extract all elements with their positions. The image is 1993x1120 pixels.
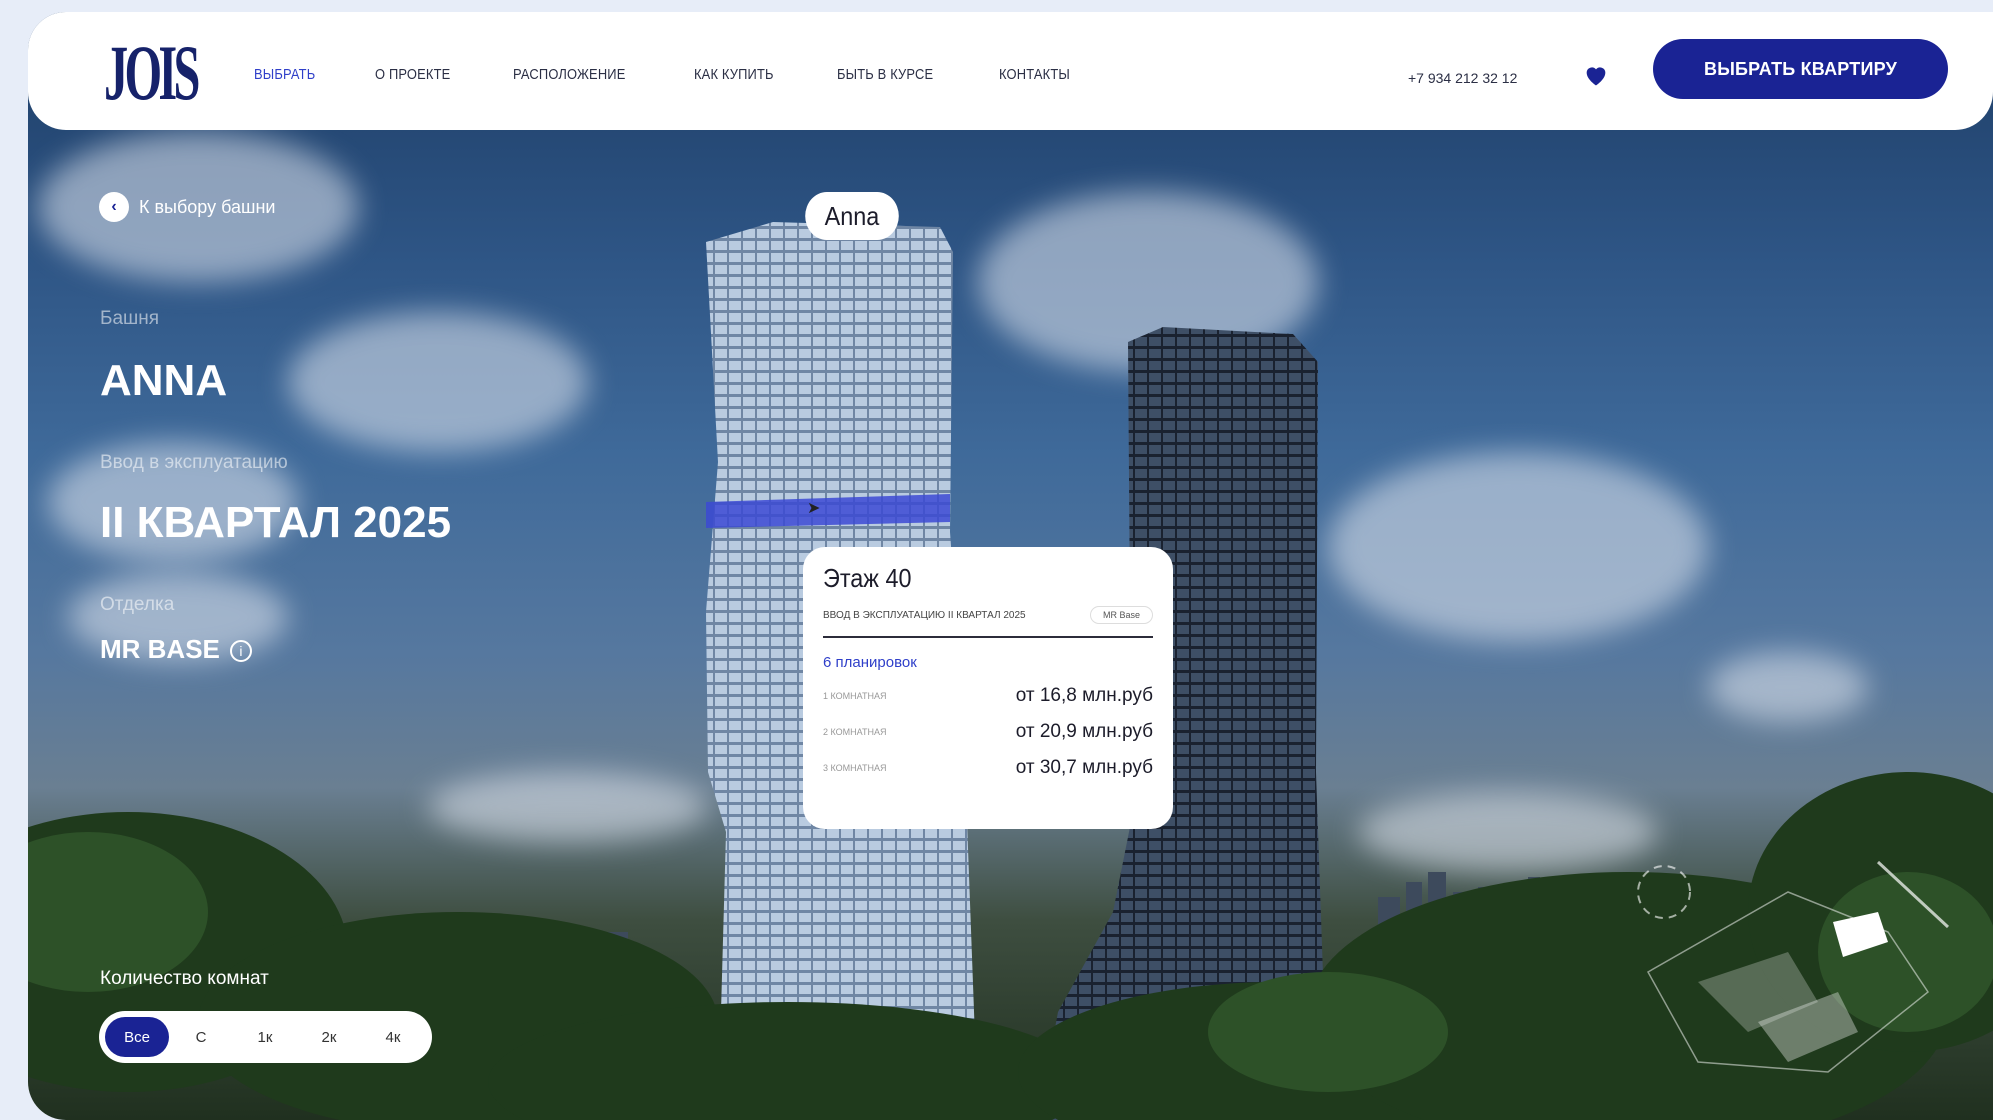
brand-logo[interactable]: JOIS <box>104 34 200 112</box>
delivery-label: Ввод в эксплуатацию <box>100 452 288 473</box>
price-row-label: 2 КОМНАТНАЯ <box>823 727 887 737</box>
mouse-cursor-icon: ➤ <box>807 500 821 517</box>
delivery-value: II КВАРТАЛ 2025 <box>100 498 452 547</box>
rooms-filter: Все С 1к 2к 4к <box>99 1011 432 1063</box>
price-row-value: от 16,8 млн.руб <box>1015 685 1153 706</box>
layouts-count[interactable]: 6 планировок <box>823 654 1153 671</box>
popup-title: Этаж 40 <box>823 563 912 593</box>
tower-label: Башня <box>100 308 160 329</box>
price-row[interactable]: 2 КОМНАТНАЯ от 20,9 млн.руб <box>823 721 1153 743</box>
popup-delivery: ВВОД В ЭКСПЛУАТАЦИЮ II КВАРТАЛ 2025 <box>823 609 1026 621</box>
tower-value: ANNA <box>100 356 228 405</box>
price-row[interactable]: 1 КОМНАТНАЯ от 16,8 млн.руб <box>823 685 1153 707</box>
site-minimap[interactable] <box>1588 832 1968 1112</box>
nav-location[interactable]: РАСПОЛОЖЕНИЕ <box>513 66 626 83</box>
nav-about[interactable]: О ПРОЕКТЕ <box>375 66 450 83</box>
phone-number[interactable]: +7 934 212 32 12 <box>1408 70 1517 86</box>
price-row-value: от 30,7 млн.руб <box>1015 757 1153 778</box>
finish-value: MR BASE <box>100 634 220 664</box>
price-row-label: 1 КОМНАТНАЯ <box>823 691 887 701</box>
rooms-label: Количество комнат <box>100 968 269 989</box>
main-nav: ВЫБРАТЬ О ПРОЕКТЕ РАСПОЛОЖЕНИЕ КАК КУПИТ… <box>254 66 1131 83</box>
rooms-2k[interactable]: 2к <box>297 1017 361 1057</box>
price-row-value: от 20,9 млн.руб <box>1015 721 1153 742</box>
heart-icon[interactable] <box>1582 61 1610 89</box>
nav-how-to-buy[interactable]: КАК КУПИТЬ <box>694 66 774 83</box>
back-label: К выбору башни <box>139 196 276 217</box>
nav-choose[interactable]: ВЫБРАТЬ <box>254 66 315 83</box>
price-row-label: 3 КОМНАТНАЯ <box>823 763 887 773</box>
finish-row: MR BASE i <box>100 634 252 665</box>
rooms-studio[interactable]: С <box>169 1017 233 1057</box>
rooms-1k[interactable]: 1к <box>233 1017 297 1057</box>
top-header: JOIS ВЫБРАТЬ О ПРОЕКТЕ РАСПОЛОЖЕНИЕ КАК … <box>28 12 1993 130</box>
arrow-left-icon: ‹ <box>99 192 129 222</box>
back-to-towers[interactable]: ‹ К выбору башни <box>99 192 275 222</box>
popup-meta: ВВОД В ЭКСПЛУАТАЦИЮ II КВАРТАЛ 2025 MR B… <box>823 606 1153 638</box>
nav-contacts[interactable]: КОНТАКТЫ <box>999 66 1070 83</box>
price-row[interactable]: 3 КОМНАТНАЯ от 30,7 млн.руб <box>823 757 1153 779</box>
popup-finish-badge: MR Base <box>1089 606 1153 624</box>
nav-news[interactable]: БЫТЬ В КУРСЕ <box>837 66 933 83</box>
floor-popup[interactable]: Этаж 40 ВВОД В ЭКСПЛУАТАЦИЮ II КВАРТАЛ 2… <box>803 547 1173 829</box>
tower-tag[interactable]: Anna <box>805 192 899 240</box>
finish-label: Отделка <box>100 594 175 615</box>
choose-apartment-button[interactable]: ВЫБРАТЬ КВАРТИРУ <box>1653 39 1948 99</box>
rooms-4k[interactable]: 4к <box>361 1017 425 1057</box>
rooms-all[interactable]: Все <box>105 1017 169 1057</box>
info-icon[interactable]: i <box>229 640 252 663</box>
